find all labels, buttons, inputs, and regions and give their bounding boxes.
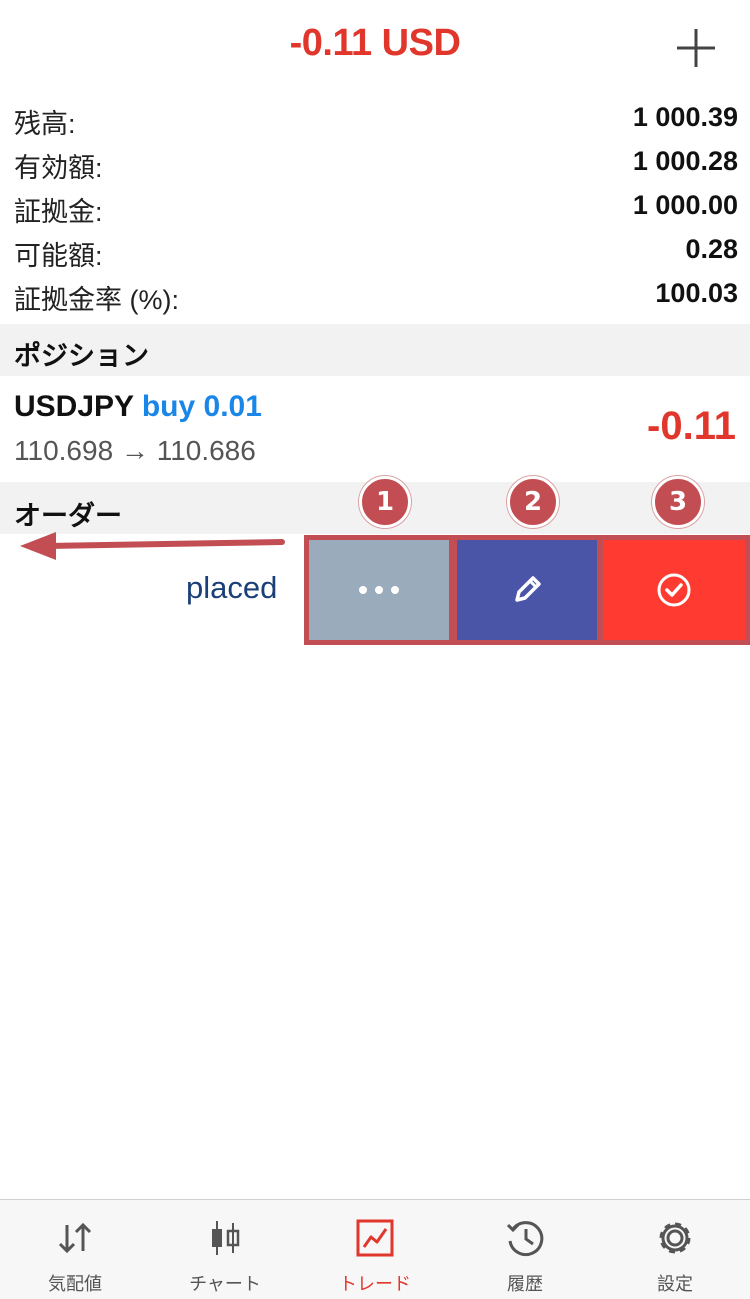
summary-row-equity: 有効額: 1 000.28: [0, 142, 750, 186]
order-edit-button[interactable]: [452, 535, 602, 645]
bottom-tab-bar: 気配値 チャート トレード 履歴 設定: [0, 1199, 750, 1299]
tab-label: トレード: [339, 1274, 411, 1294]
tab-label: 設定: [657, 1274, 693, 1294]
position-symbol: USDJPY: [14, 390, 134, 423]
check-circle-icon: [657, 573, 691, 607]
swipe-left-arrow-icon: [20, 532, 285, 560]
tab-label: 気配値: [48, 1274, 102, 1294]
summary-value: 1 000.39: [632, 102, 738, 132]
summary-value: 1 000.00: [632, 190, 738, 220]
positions-section-header: ポジション: [0, 324, 750, 376]
trade-icon: [356, 1219, 394, 1257]
chart-icon: [212, 1221, 240, 1255]
quotes-icon: [58, 1222, 92, 1254]
position-symbol-line: USDJPY buy 0.01: [14, 390, 262, 424]
summary-row-free-margin: 可能額: 0.28: [0, 230, 750, 274]
tab-label: チャート: [189, 1274, 261, 1294]
summary-label: 証拠金率 (%):: [14, 285, 179, 315]
annotation-badge-3: 3: [652, 476, 704, 528]
position-prices: 110.698 → 110.686: [14, 435, 256, 466]
history-icon: [506, 1221, 544, 1257]
more-icon: [359, 586, 399, 594]
summary-row-margin: 証拠金: 1 000.00: [0, 186, 750, 230]
order-confirm-button[interactable]: [598, 535, 750, 645]
order-more-button[interactable]: [304, 535, 454, 645]
summary-label: 可能額:: [14, 241, 103, 271]
annotation-badge-2: 2: [507, 476, 559, 528]
pencil-icon: [515, 576, 541, 602]
summary-label: 有効額:: [14, 153, 103, 183]
summary-value: 100.03: [655, 278, 738, 308]
tab-label: 履歴: [507, 1274, 543, 1294]
tab-chart[interactable]: チャート: [150, 1200, 300, 1299]
plus-icon: [677, 29, 715, 67]
tab-trade[interactable]: トレード: [300, 1200, 450, 1299]
positions-title: ポジション: [14, 341, 149, 371]
annotation-badge-1: 1: [359, 476, 411, 528]
summary-row-balance: 残高: 1 000.39: [0, 98, 750, 142]
position-direction: buy 0.01: [141, 390, 262, 423]
summary-label: 残高:: [14, 109, 76, 139]
position-profit: -0.11: [647, 404, 736, 448]
add-order-button[interactable]: [672, 24, 720, 72]
tab-settings[interactable]: 設定: [600, 1200, 750, 1299]
tab-history[interactable]: 履歴: [450, 1200, 600, 1299]
summary-row-margin-level: 証拠金率 (%): 100.03: [0, 274, 750, 318]
account-profit-title: -0.11 USD: [289, 22, 461, 64]
summary-label: 証拠金:: [14, 197, 103, 227]
summary-value: 1 000.28: [632, 146, 738, 176]
order-status: placed: [186, 570, 278, 605]
summary-value: 0.28: [685, 234, 738, 264]
tab-quotes[interactable]: 気配値: [0, 1200, 150, 1299]
settings-icon: [659, 1222, 691, 1254]
